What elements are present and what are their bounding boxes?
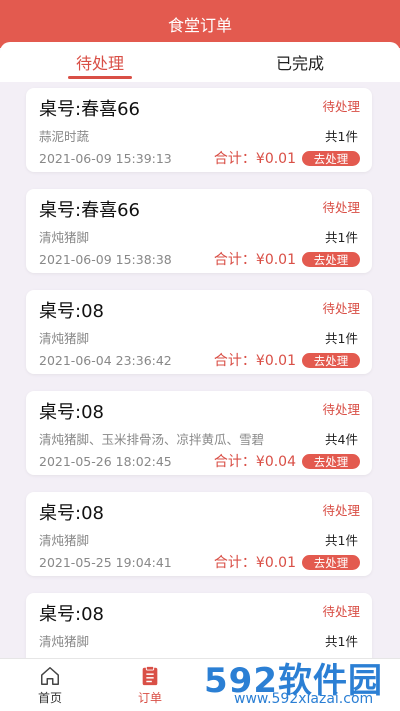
order-card[interactable]: 桌号:08 待处理 清炖猪脚 共1件	[26, 593, 372, 658]
dish-list: 清炖猪脚	[39, 533, 90, 548]
table-number: 桌号:08	[39, 604, 104, 625]
item-count: 共1件	[325, 634, 358, 649]
order-total: 合计：¥0.04	[213, 454, 296, 470]
order-status: 待处理	[322, 99, 360, 114]
dish-list: 清炖猪脚	[39, 230, 90, 245]
item-count: 共1件	[325, 230, 358, 245]
item-count: 共1件	[325, 331, 358, 346]
item-count: 共4件	[325, 432, 358, 447]
order-card[interactable]: 桌号:08 待处理 清炖猪脚、玉米排骨汤、凉拌黄瓜、雪碧 共4件 2021-05…	[26, 391, 372, 475]
dish-list: 清炖猪脚	[39, 634, 90, 649]
process-button[interactable]: 去处理	[302, 252, 360, 267]
order-card[interactable]: 桌号:春喜66 待处理 蒜泥时蔬 共1件 2021-06-09 15:39:13…	[26, 88, 372, 172]
process-button[interactable]: 去处理	[302, 454, 360, 469]
order-status: 待处理	[322, 200, 360, 215]
order-list[interactable]: 桌号:春喜66 待处理 蒜泥时蔬 共1件 2021-06-09 15:39:13…	[0, 82, 400, 658]
bottom-tabbar: 首页 订单	[0, 658, 400, 711]
order-total: 合计：¥0.01	[213, 555, 296, 571]
order-time: 2021-06-04 23:36:42	[39, 353, 172, 368]
order-total: 合计：¥0.01	[213, 151, 296, 167]
order-card[interactable]: 桌号:08 待处理 清炖猪脚 共1件 2021-06-04 23:36:42 合…	[26, 290, 372, 374]
order-time: 2021-06-09 15:38:38	[39, 252, 172, 267]
table-number: 桌号:08	[39, 301, 104, 322]
order-tabs: 待处理 已完成	[0, 42, 400, 82]
tabbar-label: 首页	[37, 690, 62, 705]
page-title: 食堂订单	[167, 16, 232, 35]
table-number: 桌号:春喜66	[39, 99, 140, 120]
dish-list: 清炖猪脚、玉米排骨汤、凉拌黄瓜、雪碧	[39, 432, 265, 447]
process-button[interactable]: 去处理	[302, 353, 360, 368]
process-button[interactable]: 去处理	[302, 151, 360, 166]
tabbar-label: 订单	[137, 690, 162, 705]
app-header: 食堂订单	[0, 0, 400, 48]
order-time: 2021-05-26 18:02:45	[39, 454, 172, 469]
table-number: 桌号:08	[39, 402, 104, 423]
item-count: 共1件	[325, 129, 358, 144]
order-icon	[142, 665, 158, 685]
order-status: 待处理	[322, 604, 360, 619]
order-status: 待处理	[322, 402, 360, 417]
order-total: 合计：¥0.01	[213, 252, 296, 268]
order-time: 2021-06-09 15:39:13	[39, 151, 172, 166]
table-number: 桌号:春喜66	[39, 200, 140, 221]
tab-completed[interactable]: 已完成	[200, 42, 400, 82]
order-time: 2021-05-25 19:04:41	[39, 555, 172, 570]
order-status: 待处理	[322, 301, 360, 316]
item-count: 共1件	[325, 533, 358, 548]
tabbar-home[interactable]: 首页	[0, 659, 100, 711]
dish-list: 清炖猪脚	[39, 331, 90, 346]
home-icon	[41, 666, 59, 685]
dish-list: 蒜泥时蔬	[39, 129, 90, 144]
order-card[interactable]: 桌号:08 待处理 清炖猪脚 共1件 2021-05-25 19:04:41 合…	[26, 492, 372, 576]
tab-pending[interactable]: 待处理	[0, 42, 200, 82]
order-total: 合计：¥0.01	[213, 353, 296, 369]
tabbar-orders[interactable]: 订单	[100, 659, 200, 711]
table-number: 桌号:08	[39, 503, 104, 524]
order-card[interactable]: 桌号:春喜66 待处理 清炖猪脚 共1件 2021-06-09 15:38:38…	[26, 189, 372, 273]
order-status: 待处理	[322, 503, 360, 518]
process-button[interactable]: 去处理	[302, 555, 360, 570]
